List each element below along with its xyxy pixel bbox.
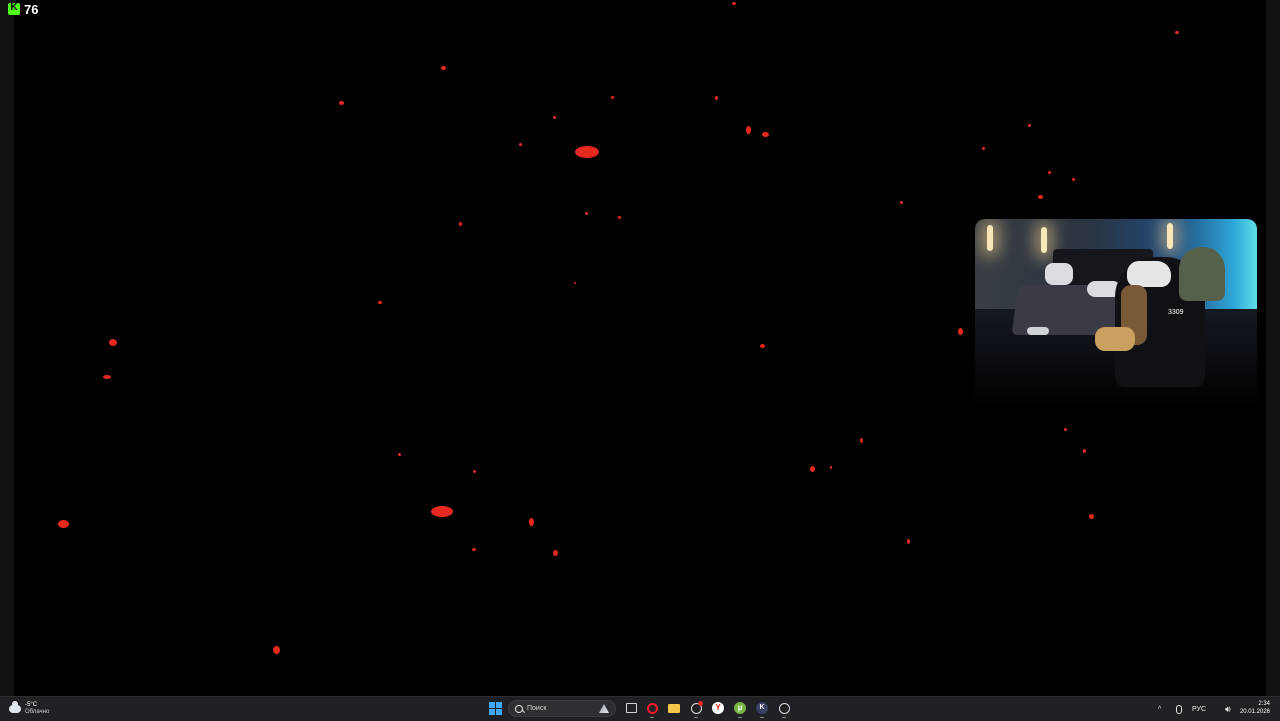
right-window-border (1266, 0, 1280, 696)
red-particle (809, 466, 815, 472)
red-particle (830, 465, 832, 469)
red-particle (552, 550, 558, 556)
red-particle (732, 1, 736, 5)
kick-viewer-overlay: K 76 (8, 1, 39, 17)
weather-condition: Облачно (25, 709, 50, 715)
language-indicator[interactable]: РУС (1192, 700, 1206, 718)
red-particle (1175, 30, 1179, 34)
red-particle (57, 520, 69, 528)
tray-overflow-button[interactable]: ^ (1158, 700, 1161, 718)
obs-icon[interactable] (777, 701, 791, 718)
red-particle (440, 66, 446, 70)
red-particle (528, 518, 534, 526)
weather-widget[interactable]: -5°C Облачно (9, 701, 49, 717)
browser-badge-icon[interactable] (689, 701, 703, 718)
viewer-count: 76 (24, 1, 39, 17)
red-particle (1037, 195, 1043, 199)
left-window-border (0, 0, 14, 696)
red-particle (1027, 123, 1031, 127)
red-particle (1088, 513, 1094, 519)
red-particle (472, 547, 476, 551)
red-particle (338, 101, 344, 105)
wall-lamp (987, 225, 993, 251)
red-particle (272, 646, 280, 654)
red-particle (518, 142, 522, 146)
search-icon (515, 704, 523, 713)
red-particle (458, 222, 462, 226)
wall-lamp (1167, 223, 1173, 249)
pillow (1045, 263, 1073, 285)
hood (1179, 247, 1225, 301)
app-k-icon[interactable]: K (755, 701, 769, 718)
weather-temperature: -5°C (25, 702, 38, 708)
red-particle (584, 211, 588, 215)
task-view-icon[interactable] (624, 701, 638, 715)
webcam-overlay-text: 3309 (1168, 309, 1184, 316)
arm (1095, 327, 1135, 351)
red-particle (1047, 170, 1051, 174)
wall-lamp (1041, 227, 1047, 253)
red-particle (574, 282, 576, 284)
red-particle (981, 146, 985, 150)
search-highlight-icon (599, 704, 609, 713)
chevron-up-icon: ^ (1158, 705, 1162, 713)
red-particle (957, 327, 963, 335)
cloud-icon (9, 701, 21, 713)
red-particle (761, 131, 769, 137)
clock-time: 2:34 (1258, 701, 1270, 707)
microphone-icon[interactable] (1176, 700, 1182, 718)
yandex-browser-icon[interactable]: Y (711, 701, 725, 715)
red-particle (109, 338, 117, 346)
red-particle (906, 538, 910, 544)
red-particle (745, 126, 751, 134)
red-particle (1071, 177, 1075, 181)
system-clock[interactable]: 2:34 20.01.2026 (1240, 700, 1270, 716)
red-particle (472, 469, 476, 473)
red-particle (575, 146, 599, 158)
opera-icon[interactable] (645, 701, 659, 718)
red-particle (378, 300, 382, 304)
kick-logo-icon: K (8, 2, 20, 15)
vr-headset (1127, 261, 1171, 287)
red-particle (1063, 427, 1067, 431)
taskbar: -5°C Облачно Поиск Y µ K ^ РУС 🔊︎ 2:34 2… (0, 696, 1280, 721)
utorrent-icon[interactable]: µ (733, 701, 747, 718)
file-explorer-icon[interactable] (667, 701, 681, 715)
controller (1027, 327, 1049, 335)
webcam-feed: 3309 (975, 219, 1257, 407)
red-particle (552, 115, 556, 119)
red-particle (759, 344, 765, 348)
red-particle (610, 95, 614, 99)
red-particle (431, 505, 453, 517)
speaker-icon[interactable]: 🔊︎ (1225, 700, 1231, 718)
start-button[interactable] (489, 702, 502, 715)
taskbar-search[interactable]: Поиск (508, 700, 616, 717)
red-particle (1082, 449, 1086, 453)
language-label: РУС (1192, 705, 1207, 713)
clock-date: 20.01.2026 (1239, 709, 1270, 715)
red-particle (397, 452, 401, 456)
red-particle (859, 437, 863, 443)
red-particle (714, 96, 718, 100)
red-particle (103, 375, 111, 379)
red-particle (617, 215, 621, 219)
search-placeholder: Поиск (527, 705, 547, 712)
red-particle (899, 200, 903, 204)
